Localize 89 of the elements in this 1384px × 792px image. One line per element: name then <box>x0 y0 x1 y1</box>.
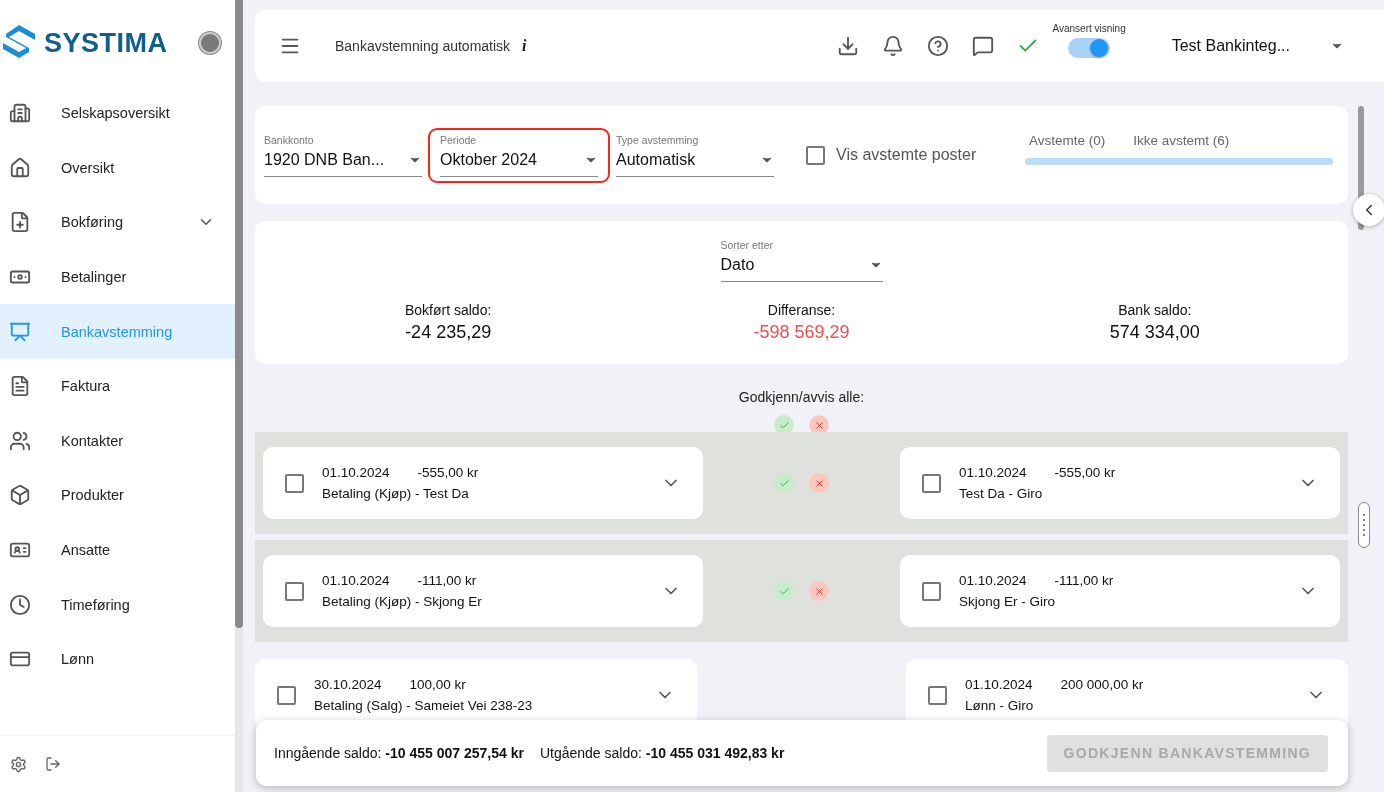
balance-value: -598 569,29 <box>753 322 850 343</box>
toggle-thumb[interactable] <box>1090 38 1109 57</box>
transaction-amount: -111,00 kr <box>1054 573 1114 588</box>
sidebar-item[interactable]: Oversikt <box>0 140 235 196</box>
page-title: Bankavstemning automatisk <box>335 38 511 54</box>
checkbox-label: Vis avstemte poster <box>836 146 977 164</box>
outgoing-balance: Utgående saldo: -10 455 031 492,83 kr <box>539 745 785 761</box>
home-icon <box>9 156 31 179</box>
select-field[interactable]: Dato <box>720 251 883 282</box>
transaction-description: Test Da - Giro <box>959 486 1044 501</box>
scrollbar-thumb[interactable] <box>235 0 243 628</box>
transaction-description: Betaling (Kjøp) - Skjong Er <box>322 594 483 609</box>
field-label: Bankkonto <box>264 133 315 146</box>
sidebar-item[interactable]: Timeføring <box>0 577 235 632</box>
sidebar-item[interactable]: Kontakter <box>0 413 235 469</box>
select-field[interactable]: Oktober 2024 <box>440 145 598 177</box>
toggle-switch[interactable] <box>1068 37 1111 58</box>
presentation-icon <box>9 320 31 343</box>
chat-icon[interactable] <box>971 35 994 57</box>
balance-label: Differanse: <box>767 302 836 318</box>
clock-icon <box>9 593 31 616</box>
balance-value: -24 235,29 <box>405 322 492 343</box>
close-icon <box>813 477 825 489</box>
document-plus-icon <box>9 211 31 234</box>
checkbox[interactable] <box>922 581 941 601</box>
info-button[interactable]: i <box>522 37 527 55</box>
transaction-amount: 200 000,00 kr <box>1060 677 1144 692</box>
reject-button[interactable] <box>809 473 829 493</box>
sidebar-item[interactable]: Lønn <box>0 631 235 687</box>
field-label: Type avstemming <box>616 133 700 146</box>
transaction-date: 01.10.2024 <box>959 573 1027 588</box>
reject-button[interactable] <box>809 581 829 601</box>
cube-icon <box>9 484 31 507</box>
transaction-description: Skjong Er - Giro <box>959 594 1057 609</box>
close-icon <box>813 419 825 431</box>
sidebar-item[interactable]: Faktura <box>0 358 235 414</box>
field-label: Periode <box>440 133 478 146</box>
toggle-label: Avansert visning <box>1052 22 1126 34</box>
transaction-date: 01.10.2024 <box>965 677 1033 692</box>
close-icon <box>813 585 825 597</box>
transaction-amount: -555,00 kr <box>417 465 479 480</box>
drag-handle[interactable] <box>1358 502 1370 548</box>
logout-icon[interactable] <box>45 756 61 772</box>
transaction-amount: -111,00 kr <box>417 573 477 588</box>
checkbox[interactable] <box>922 473 941 493</box>
status-dot-icon[interactable] <box>199 32 221 54</box>
checkbox[interactable] <box>285 581 304 601</box>
building-icon <box>9 102 31 125</box>
sidebar-item[interactable]: Bokføring <box>0 195 235 250</box>
bell-icon[interactable] <box>881 35 904 57</box>
select-field[interactable]: Automatisk <box>616 145 774 177</box>
balance-label: Bokført saldo: <box>404 302 492 318</box>
tab[interactable]: Ikke avstemt (6) <box>1133 133 1230 148</box>
checkbox[interactable] <box>928 685 947 705</box>
checkbox[interactable] <box>806 145 825 165</box>
transaction-description: Betaling (Salg) - Sameiet Vei 238-23 <box>314 698 534 713</box>
help-icon[interactable] <box>926 35 949 57</box>
transaction-amount: -555,00 kr <box>1054 465 1116 480</box>
transaction-date: 01.10.2024 <box>322 465 390 480</box>
balance-value: 574 334,00 <box>1109 322 1200 343</box>
checkbox[interactable] <box>277 685 296 705</box>
incoming-balance: Inngående saldo: -10 455 007 257,54 kr <box>274 745 524 761</box>
sidebar-item[interactable]: Produkter <box>0 468 235 523</box>
download-icon[interactable] <box>836 35 859 57</box>
transaction-amount: 100,00 kr <box>409 677 466 692</box>
transaction-date: 01.10.2024 <box>959 465 1027 480</box>
document-icon <box>9 375 31 398</box>
sidebar-item[interactable]: Betalinger <box>0 249 235 305</box>
approve-all-label: Godkjenn/avvis alle: <box>738 389 865 405</box>
sidebar-item[interactable]: Selskapsoversikt <box>0 86 235 141</box>
people-icon <box>9 429 31 452</box>
transaction-date: 30.10.2024 <box>314 677 382 692</box>
select-field[interactable]: 1920 DNB Ban... <box>264 145 422 177</box>
check-icon <box>778 419 790 431</box>
balance-label: Bank saldo: <box>1118 302 1192 318</box>
logo-text: SYSTIMA <box>44 27 169 59</box>
transaction-description: Betaling (Kjøp) - Test Da <box>322 486 470 501</box>
transaction-description: Lønn - Giro <box>965 698 1035 713</box>
check-icon <box>778 477 790 489</box>
reject-button[interactable] <box>809 415 829 435</box>
tab[interactable]: Avstemte (0) <box>1029 133 1106 148</box>
checkbox[interactable] <box>285 473 304 493</box>
settings-icon[interactable] <box>10 755 27 773</box>
transaction-date: 01.10.2024 <box>322 573 390 588</box>
field-label: Sorter etter <box>720 239 775 251</box>
collapse-button[interactable] <box>1353 194 1384 226</box>
sidebar-item[interactable]: Ansatte <box>0 522 235 578</box>
check-icon <box>778 585 790 597</box>
company-select[interactable]: Test Bankinteg... <box>1171 37 1344 55</box>
